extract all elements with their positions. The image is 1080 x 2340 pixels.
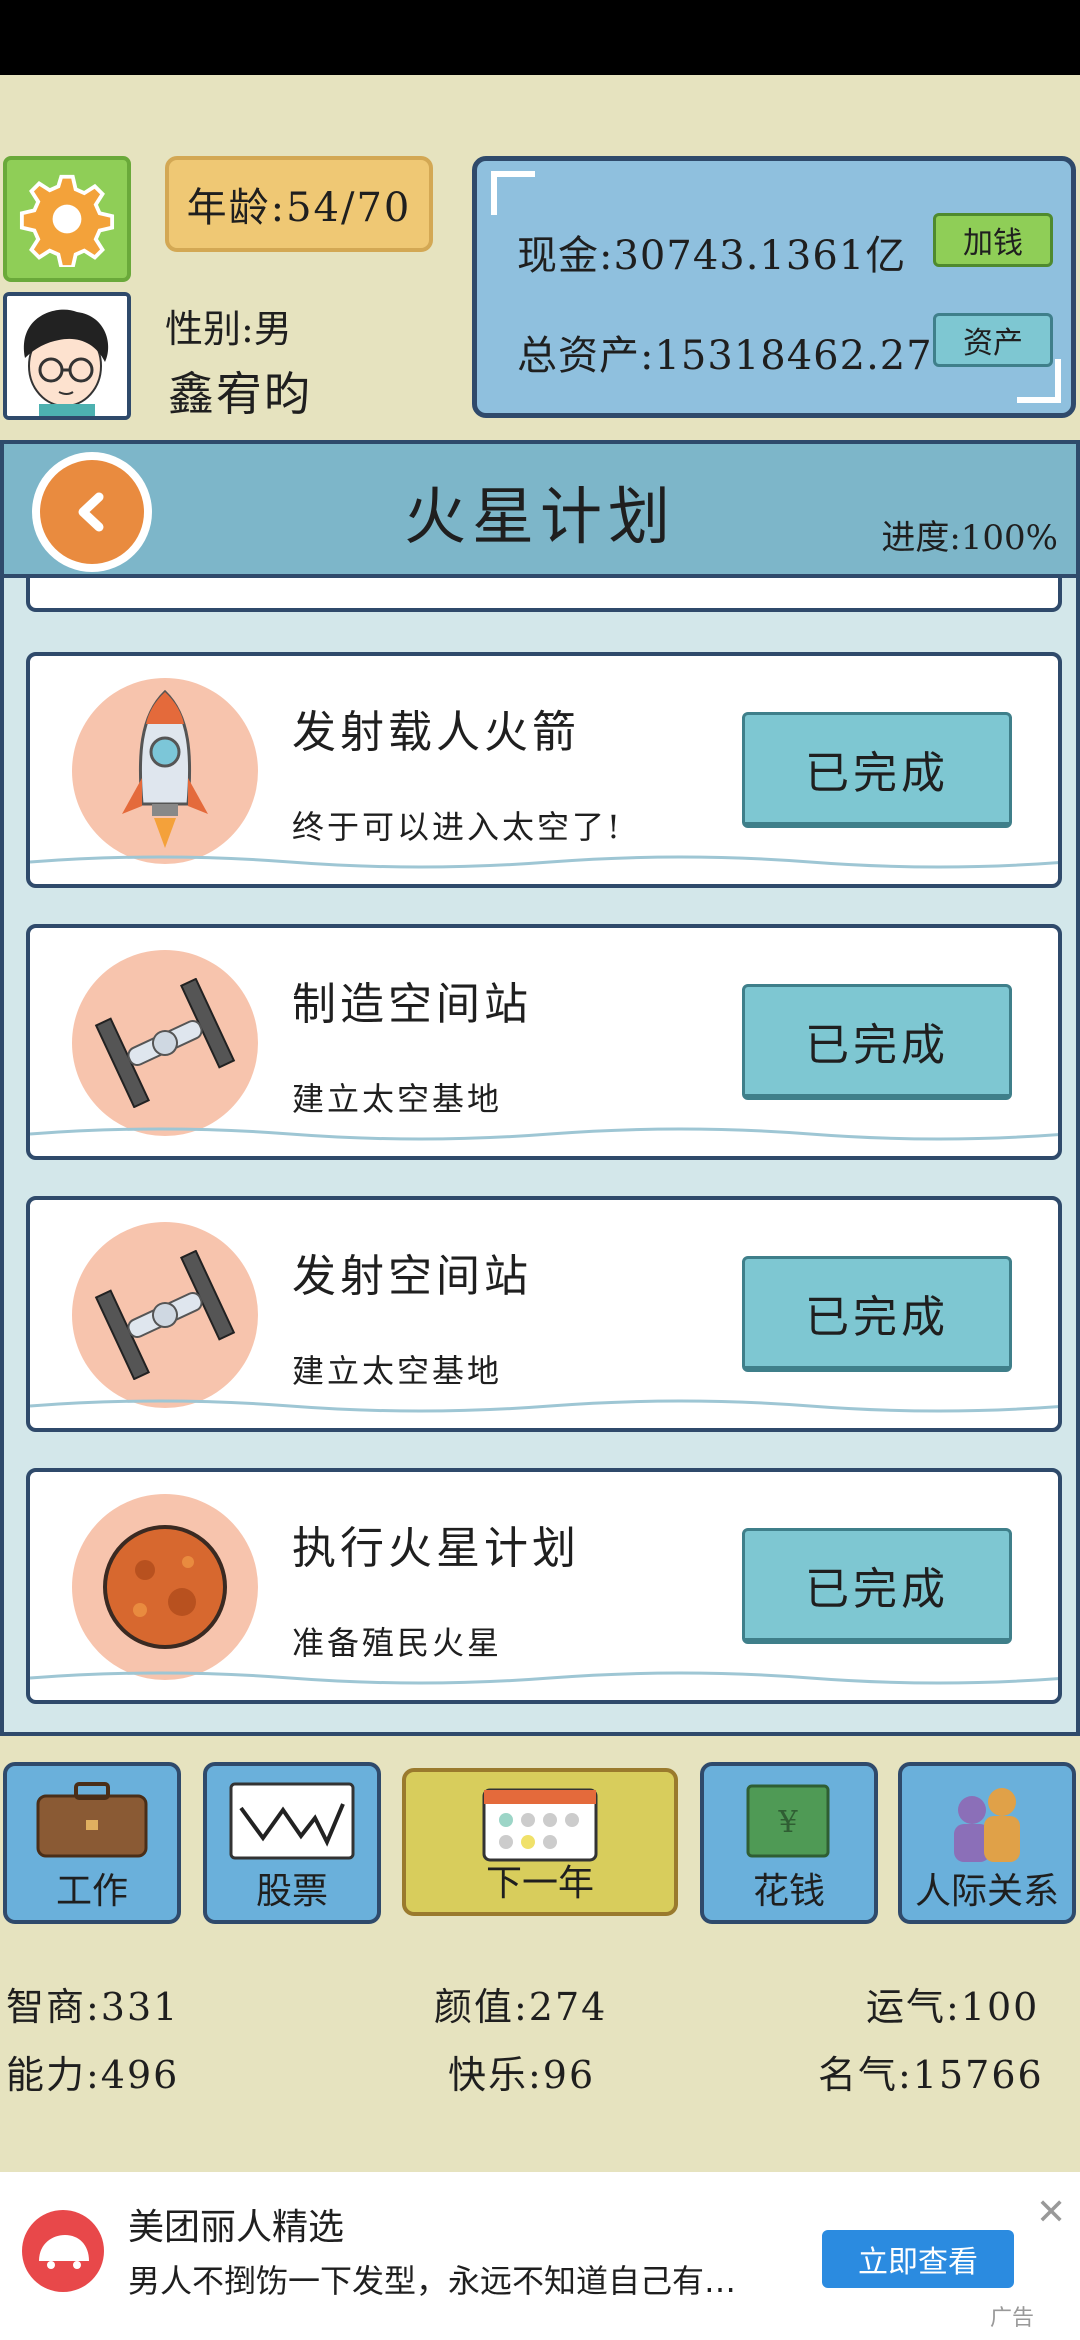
rocket-icon [72,678,258,864]
progress-label: 进度:100% [881,518,1058,558]
cash-label: 现金:30743.1361亿 [517,233,907,279]
wave-decoration [30,1127,1058,1141]
next-year-label: 下一年 [485,1863,594,1904]
task-description: 准备殖民火星 [292,1624,503,1662]
money-stack-icon: ¥ [704,1780,874,1864]
meituan-logo-icon [22,2210,104,2292]
ad-banner[interactable]: 美团丽人精选 男人不捯饬一下发型，永远不知道自己有… 立即查看 ✕ 广告 [0,2172,1080,2340]
nav-spend-label: 花钱 [752,1871,825,1912]
nav-relations-label: 人际关系 [914,1871,1059,1912]
age-label: 年龄:54/70 [186,185,412,231]
nav-work-button[interactable]: 工作 [3,1762,181,1924]
total-assets-label: 总资产:15318462.27 [517,333,933,379]
player-name: 鑫宥昀 [168,367,312,421]
finance-panel: 现金:30743.1361亿 加钱 总资产:15318462.27 资产 [472,156,1076,418]
nav-work-label: 工作 [55,1871,128,1912]
task-title: 执行火星计划 [292,1523,580,1574]
stat-iq: 智商:331 [6,1985,180,2029]
task-title: 发射空间站 [292,1251,532,1302]
stat-ability: 能力:496 [6,2053,180,2097]
gear-icon [19,174,115,267]
task-card: 发射载人火箭 终于可以进入太空了! 已完成 [26,652,1062,888]
task-completed-button[interactable]: 已完成 [742,712,1012,828]
task-title: 发射载人火箭 [292,707,580,758]
wave-decoration [30,855,1058,869]
status-bar [0,0,1080,75]
avatar-face-icon [7,296,127,416]
task-description: 建立太空基地 [292,1352,503,1390]
stock-chart-icon [207,1780,377,1862]
task-completed-button[interactable]: 已完成 [742,1256,1012,1372]
stat-looks: 颜值:274 [434,1985,608,2029]
avatar[interactable] [3,292,131,420]
nav-spend-button[interactable]: ¥ 花钱 [700,1762,878,1924]
people-icon [902,1780,1072,1864]
gender-label: 性别:男 [165,307,292,351]
dialog-header: 火星计划 进度:100% [4,444,1076,578]
mars-planet-icon [72,1494,258,1680]
task-completed-button[interactable]: 已完成 [742,984,1012,1100]
settings-button[interactable] [3,156,131,282]
task-title: 制造空间站 [292,979,532,1030]
space-station-icon [72,950,258,1136]
stat-fame: 名气:15766 [818,2053,1044,2097]
briefcase-icon [7,1780,177,1860]
next-year-button[interactable]: 下一年 [402,1768,678,1916]
task-description: 终于可以进入太空了! [292,808,623,846]
space-station-icon [72,1222,258,1408]
nav-stocks-label: 股票 [255,1871,328,1912]
task-description: 建立太空基地 [292,1080,503,1118]
assets-button[interactable]: 资产 [933,313,1053,367]
task-card: 制造空间站 建立太空基地 已完成 [26,924,1062,1160]
ad-tag: 广告 [990,2306,1035,2331]
mars-plan-dialog: 火星计划 进度:100% 发射载人火箭 终于可以进入太空了! 已完成 制造空间站… [0,440,1080,1736]
ad-title: 美团丽人精选 [128,2207,345,2248]
nav-stocks-button[interactable]: 股票 [203,1762,381,1924]
stat-luck: 运气:100 [866,1985,1040,2029]
previous-card-edge [26,578,1062,612]
stat-happiness: 快乐:96 [448,2053,596,2097]
panel-corner-decoration [491,171,535,215]
add-money-button[interactable]: 加钱 [933,213,1053,267]
calendar-icon [406,1780,674,1864]
svg-text:¥: ¥ [777,1805,798,1840]
task-card: 执行火星计划 准备殖民火星 已完成 [26,1468,1062,1704]
ad-view-button[interactable]: 立即查看 [822,2230,1014,2288]
task-card: 发射空间站 建立太空基地 已完成 [26,1196,1062,1432]
close-icon[interactable]: ✕ [1036,2192,1066,2233]
wave-decoration [30,1399,1058,1413]
ad-text: 男人不捯饬一下发型，永远不知道自己有… [128,2262,737,2300]
age-display: 年龄:54/70 [165,156,433,252]
task-completed-button[interactable]: 已完成 [742,1528,1012,1644]
wave-decoration [30,1671,1058,1685]
nav-relations-button[interactable]: 人际关系 [898,1762,1076,1924]
